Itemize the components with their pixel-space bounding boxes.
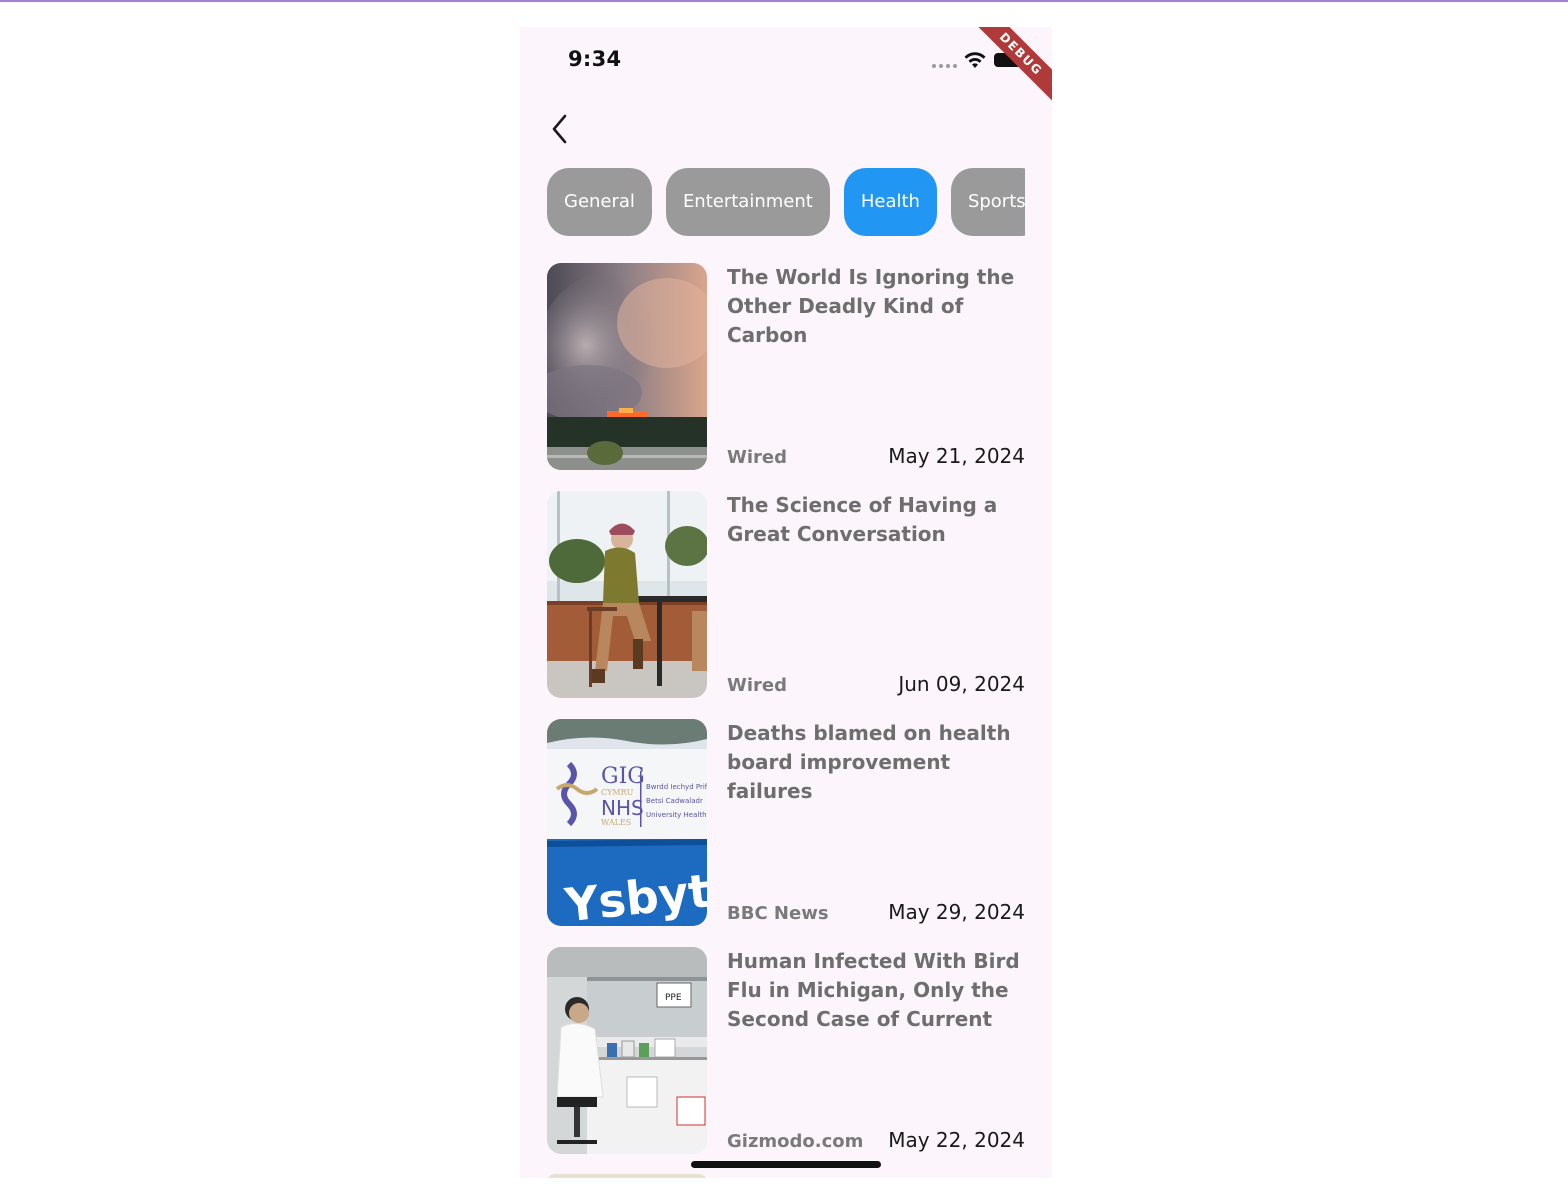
wifi-icon bbox=[964, 52, 986, 68]
article-card[interactable]: GIG CYMRU NHS WALES Bwrdd Iechyd Prifysg… bbox=[547, 719, 1025, 926]
category-chip-entertainment[interactable]: Entertainment bbox=[665, 168, 830, 236]
svg-text:Betsi Cadwaladr: Betsi Cadwaladr bbox=[646, 797, 703, 805]
article-source: BBC News bbox=[727, 903, 829, 924]
article-date: May 22, 2024 bbox=[888, 1128, 1025, 1152]
article-card[interactable]: The Science of Having a Great Conversati… bbox=[547, 491, 1025, 698]
article-date: May 21, 2024 bbox=[888, 444, 1025, 468]
svg-text:Bwrdd Iechyd Prifysgol: Bwrdd Iechyd Prifysgol bbox=[646, 783, 707, 791]
next-article-thumbnail-peek bbox=[547, 1174, 707, 1178]
back-button[interactable] bbox=[544, 111, 576, 147]
article-title: The World Is Ignoring the Other Deadly K… bbox=[727, 265, 1015, 347]
phone-screen: 9:34 DEBUG General Entertainment Health Spo… bbox=[520, 27, 1052, 1178]
chevron-left-icon bbox=[552, 114, 567, 144]
svg-text:PPE: PPE bbox=[665, 993, 682, 1003]
category-chip-health[interactable]: Health bbox=[843, 168, 937, 236]
article-source: Wired bbox=[727, 675, 787, 696]
article-thumbnail: PPE bbox=[547, 947, 707, 1154]
article-list: The World Is Ignoring the Other Deadly K… bbox=[547, 263, 1025, 1175]
category-chip-general[interactable]: General bbox=[547, 168, 652, 236]
status-time: 9:34 bbox=[568, 47, 622, 71]
article-card[interactable]: The World Is Ignoring the Other Deadly K… bbox=[547, 263, 1025, 470]
article-thumbnail bbox=[547, 263, 707, 470]
article-title: The Science of Having a Great Conversati… bbox=[727, 493, 998, 546]
category-chip-sports[interactable]: Sports bbox=[950, 168, 1025, 236]
category-chip-bar: General Entertainment Health Sports bbox=[547, 168, 1025, 236]
svg-text:WALES: WALES bbox=[601, 818, 631, 827]
svg-text:University Health Board: University Health Board bbox=[646, 811, 707, 819]
article-thumbnail: GIG CYMRU NHS WALES Bwrdd Iechyd Prifysg… bbox=[547, 719, 707, 926]
article-date: May 29, 2024 bbox=[888, 900, 1025, 924]
article-thumbnail bbox=[547, 491, 707, 698]
article-source: Wired bbox=[727, 447, 787, 468]
svg-text:NHS: NHS bbox=[601, 796, 644, 820]
image-text: GIG bbox=[601, 764, 645, 789]
article-title: Human Infected With Bird Flu in Michigan… bbox=[727, 949, 1020, 1031]
window-top-border bbox=[0, 0, 1568, 2]
article-title: Deaths blamed on health board improvemen… bbox=[727, 721, 1011, 803]
cellular-signal-icon bbox=[932, 64, 957, 68]
article-card[interactable]: PPE Human Infected With Bird Flu in Mich… bbox=[547, 947, 1025, 1154]
article-date: Jun 09, 2024 bbox=[898, 672, 1025, 696]
home-indicator[interactable] bbox=[691, 1161, 881, 1168]
article-source: Gizmodo.com bbox=[727, 1131, 864, 1152]
